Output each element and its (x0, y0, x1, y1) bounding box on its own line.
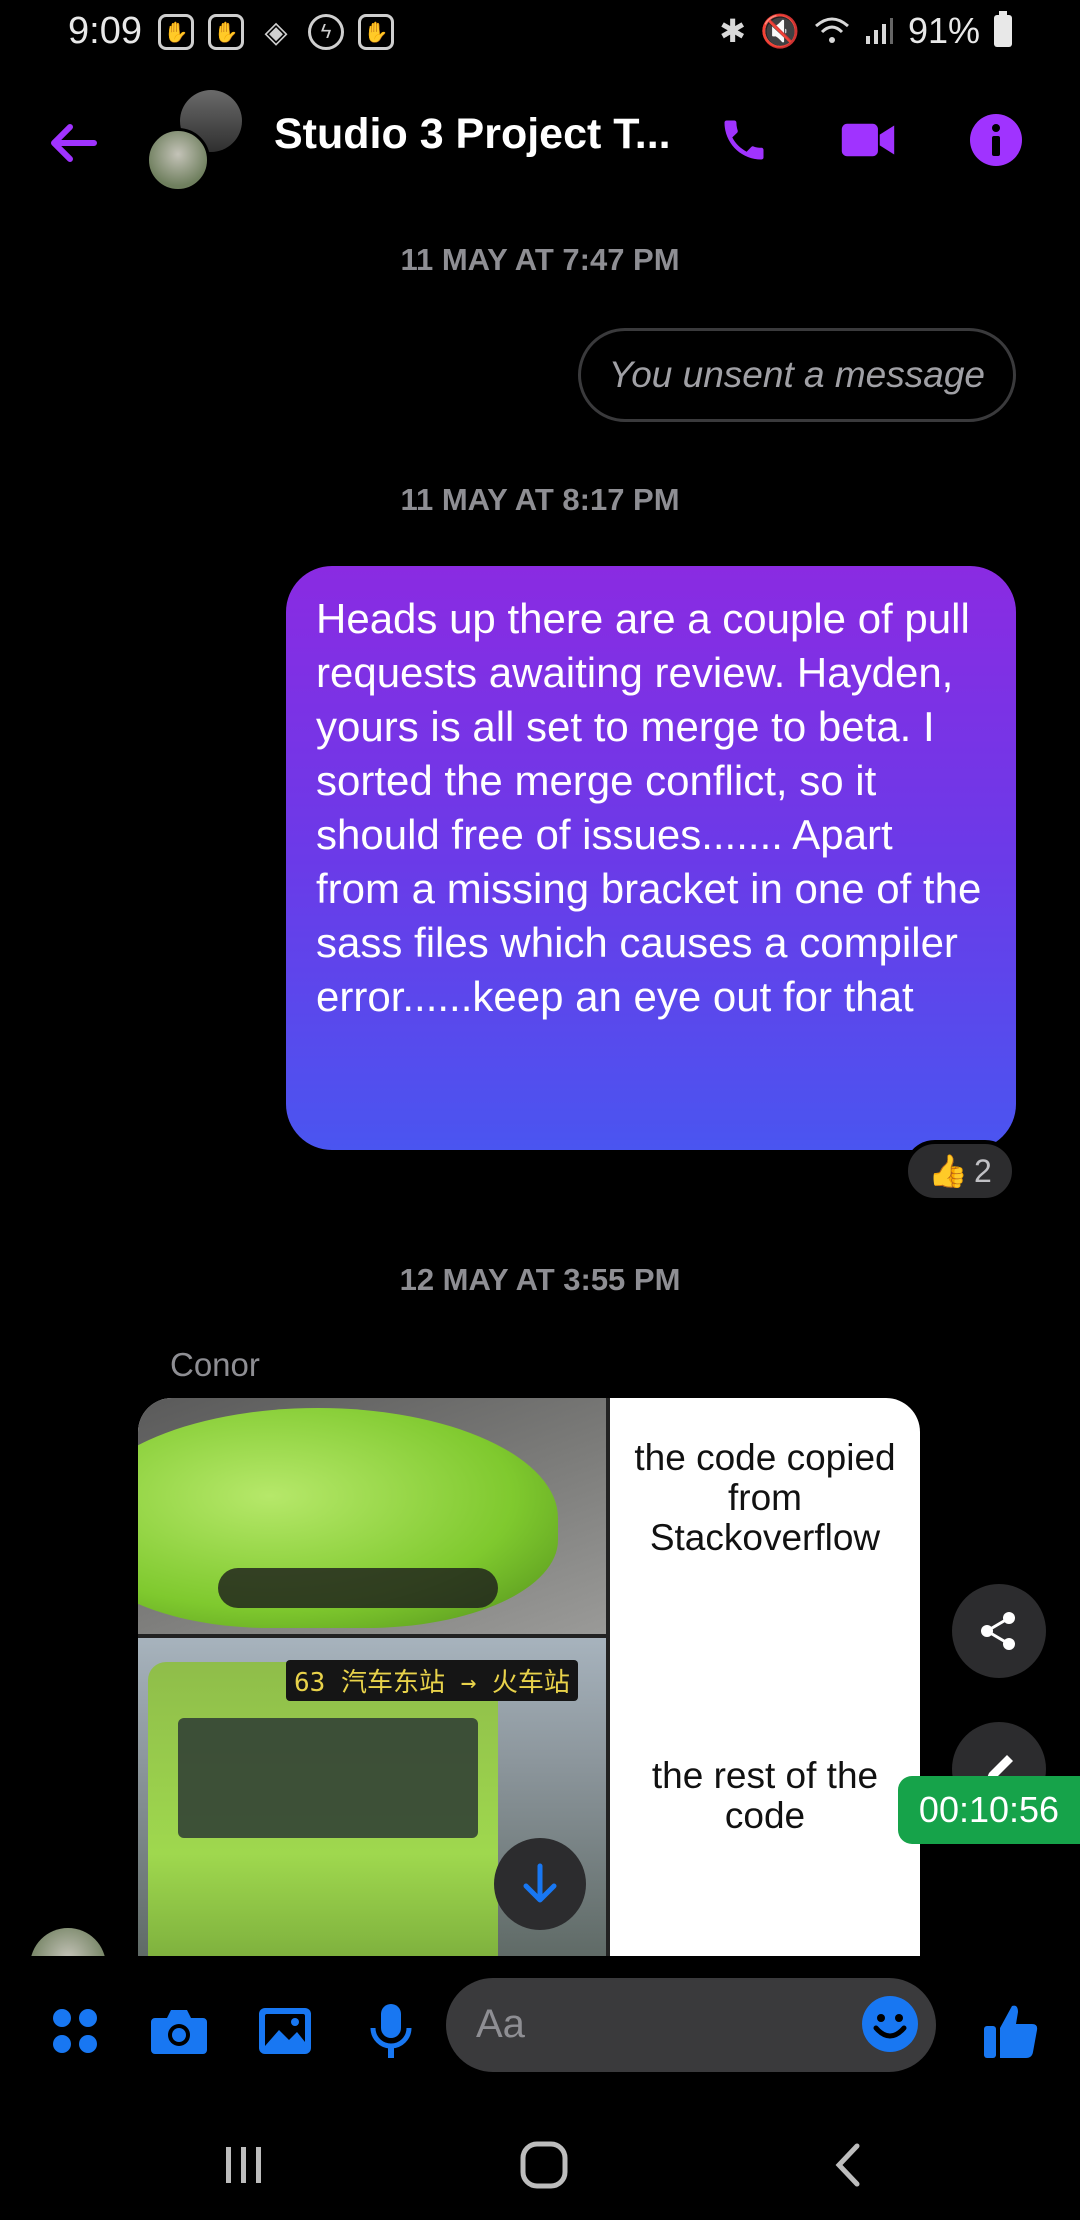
thumbs-up-icon: 👍 (928, 1153, 969, 1189)
status-right: ✱ 🔇 91% (719, 10, 1012, 52)
video-call-icon[interactable] (840, 112, 896, 168)
unsent-message[interactable]: You unsent a message (577, 328, 1016, 422)
thumbs-up-icon[interactable] (980, 2000, 1042, 2062)
message-input[interactable]: Aa (446, 1978, 936, 2072)
bus-sign: 63 汽车东站 → 火车站 (286, 1660, 578, 1701)
meme-caption-top: the code copied from Stackoverflow (634, 1437, 896, 1558)
meme-caption-bottom: the rest of the code (651, 1755, 879, 1836)
reaction-count: 2 (974, 1152, 992, 1189)
sender-name: Conor (170, 1346, 260, 1383)
sent-message-bubble[interactable]: Heads up there are a couple of pull requ… (286, 566, 1016, 1150)
recording-timer: 00:10:56 (898, 1776, 1080, 1844)
avatar (146, 128, 210, 192)
lamborghini-photo (138, 1398, 606, 1634)
battery-icon (994, 11, 1012, 47)
meme-divider (138, 1634, 606, 1638)
messenger-icon: ϟ (308, 14, 344, 50)
system-navigation-bar (0, 2106, 1080, 2220)
message-input-placeholder: Aa (476, 2002, 525, 2046)
info-icon[interactable] (968, 112, 1024, 168)
scroll-to-bottom-button[interactable] (494, 1838, 586, 1930)
hand-icon: ✋ (158, 14, 194, 50)
group-avatar[interactable] (146, 90, 246, 192)
status-bar: 9:09 ✋ ✋ ◈ ϟ ✋ ✱ 🔇 91% (0, 0, 1080, 66)
binance-icon: ◈ (264, 15, 288, 49)
bluetooth-icon: ✱ (719, 13, 747, 49)
gallery-icon[interactable] (254, 2000, 316, 2062)
home-icon[interactable] (504, 2130, 584, 2200)
signal-icon (865, 18, 893, 44)
apps-grid-icon[interactable] (44, 2000, 106, 2062)
hand-icon: ✋ (208, 14, 244, 50)
status-time: 9:09 (68, 10, 142, 52)
share-button[interactable] (952, 1584, 1046, 1678)
emoji-icon[interactable] (860, 1994, 920, 2054)
share-icon (981, 1612, 1015, 1650)
back-arrow-icon[interactable] (48, 116, 98, 172)
timestamp: 11 MAY AT 7:47 PM (400, 242, 680, 277)
arrow-down-icon (523, 1863, 557, 1903)
recent-apps-icon[interactable] (204, 2130, 284, 2200)
mute-icon: 🔇 (760, 13, 800, 49)
notification-icons: ✋ ✋ ◈ ϟ ✋ (158, 14, 394, 50)
microphone-icon[interactable] (360, 2000, 422, 2062)
conversation-title[interactable]: Studio 3 Project T... (274, 110, 671, 159)
reaction-badge[interactable]: 👍 2 (904, 1140, 1016, 1202)
chat-header: Studio 3 Project T... (0, 80, 1080, 200)
hand-icon: ✋ (358, 14, 394, 50)
timestamp: 12 MAY AT 3:55 PM (399, 1262, 681, 1297)
timestamp: 11 MAY AT 8:17 PM (400, 482, 680, 517)
phone-call-icon[interactable] (716, 112, 772, 168)
camera-icon[interactable] (148, 2000, 210, 2062)
back-nav-icon[interactable] (808, 2130, 888, 2200)
battery-percent: 91% (907, 10, 980, 51)
wifi-icon (814, 17, 849, 43)
message-composer: Aa (0, 1956, 1080, 2106)
